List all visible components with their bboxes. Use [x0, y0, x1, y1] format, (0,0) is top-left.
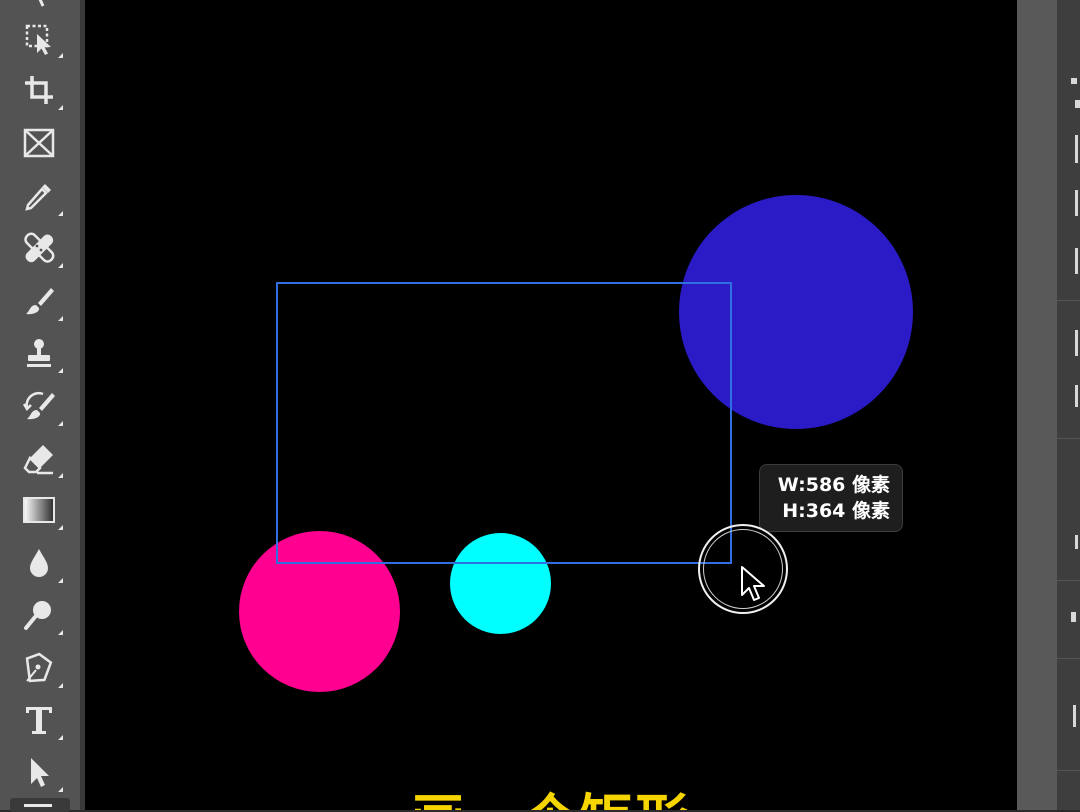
- dodge-icon[interactable]: [17, 593, 63, 637]
- eyedropper-icon[interactable]: [17, 174, 63, 218]
- pen-icon[interactable]: [17, 646, 63, 690]
- healing-brush-icon[interactable]: [17, 226, 63, 270]
- panel-icon[interactable]: [1075, 100, 1080, 108]
- crop-icon[interactable]: [17, 68, 63, 112]
- height-readout: H:364 像素: [782, 500, 890, 522]
- panel-icon[interactable]: [1071, 78, 1077, 84]
- eraser-icon[interactable]: [17, 436, 63, 480]
- panel-icon[interactable]: [1075, 385, 1078, 407]
- history-brush-icon[interactable]: [17, 384, 63, 428]
- tools-panel: [0, 0, 80, 812]
- canvas-right-gutter: [1017, 0, 1057, 810]
- panel-icon[interactable]: [1075, 135, 1078, 163]
- path-selection-icon[interactable]: [17, 750, 63, 794]
- gradient-icon[interactable]: [17, 488, 63, 532]
- rectangle-selection[interactable]: [276, 282, 732, 564]
- subtitle-caption: 画一个矩形: [85, 790, 1017, 811]
- brush-icon[interactable]: [17, 279, 63, 323]
- type-icon[interactable]: [17, 698, 63, 742]
- panel-icon[interactable]: [1073, 705, 1076, 727]
- mouse-pointer-icon: [741, 566, 765, 601]
- document-canvas[interactable]: W:586 像素 H:364 像素 画一个矩形: [85, 0, 1017, 810]
- frame-icon[interactable]: [17, 121, 61, 165]
- right-panels-strip: [1057, 0, 1080, 810]
- object-selection-icon[interactable]: [17, 16, 63, 60]
- width-readout: W:586 像素: [777, 474, 890, 496]
- panel-grip-icon[interactable]: [1071, 612, 1076, 622]
- blur-icon[interactable]: [17, 541, 63, 585]
- clone-stamp-icon[interactable]: [17, 331, 63, 375]
- dimension-tooltip: W:586 像素 H:364 像素: [759, 464, 903, 532]
- panel-icon[interactable]: [1075, 535, 1078, 549]
- panel-icon[interactable]: [1075, 190, 1078, 216]
- panel-icon[interactable]: [1075, 330, 1078, 356]
- panel-icon[interactable]: [1075, 248, 1078, 274]
